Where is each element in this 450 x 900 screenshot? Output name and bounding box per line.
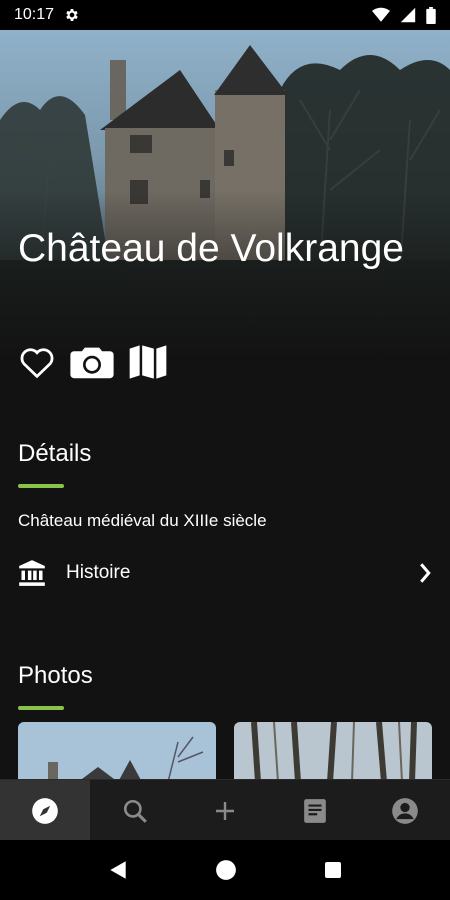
camera-icon[interactable] xyxy=(70,344,114,385)
status-bar: 10:17 xyxy=(0,0,450,30)
back-icon[interactable] xyxy=(107,859,129,881)
home-icon[interactable] xyxy=(215,859,237,881)
nav-search-tab[interactable] xyxy=(90,780,180,841)
photo-thumbnail[interactable] xyxy=(234,722,432,782)
map-icon[interactable] xyxy=(128,343,168,386)
heart-outline-icon[interactable] xyxy=(18,345,56,384)
status-time: 10:17 xyxy=(14,6,55,23)
recents-icon[interactable] xyxy=(323,860,343,880)
details-underline xyxy=(18,484,64,488)
compass-icon xyxy=(32,797,58,824)
nav-profile-tab[interactable] xyxy=(360,780,450,841)
museum-icon xyxy=(19,560,45,586)
place-title: Château de Volkrange xyxy=(18,227,404,270)
plus-icon xyxy=(216,801,234,820)
place-description: Château médiéval du XIIIe siècle xyxy=(18,511,267,530)
settings-gear-icon xyxy=(66,9,78,21)
photo-thumbnail[interactable] xyxy=(18,722,216,782)
nav-articles-tab[interactable] xyxy=(270,780,360,841)
chevron-right-icon xyxy=(420,563,431,583)
battery-icon xyxy=(426,6,436,24)
cell-signal-icon xyxy=(400,7,416,23)
nav-explore-tab[interactable] xyxy=(0,780,90,841)
history-label: Histoire xyxy=(66,562,131,583)
wifi-icon xyxy=(372,7,390,22)
article-icon xyxy=(304,798,326,823)
photos-heading: Photos xyxy=(18,662,93,689)
details-heading: Détails xyxy=(18,440,92,467)
action-row xyxy=(18,343,168,386)
hero-image xyxy=(0,30,450,390)
account-icon xyxy=(392,797,418,824)
search-icon xyxy=(123,799,147,823)
bottom-navigation xyxy=(0,779,450,841)
nav-add-tab[interactable] xyxy=(180,780,270,841)
photos-underline xyxy=(18,706,64,710)
system-navigation-bar xyxy=(0,840,450,900)
history-link[interactable]: Histoire xyxy=(0,548,450,598)
